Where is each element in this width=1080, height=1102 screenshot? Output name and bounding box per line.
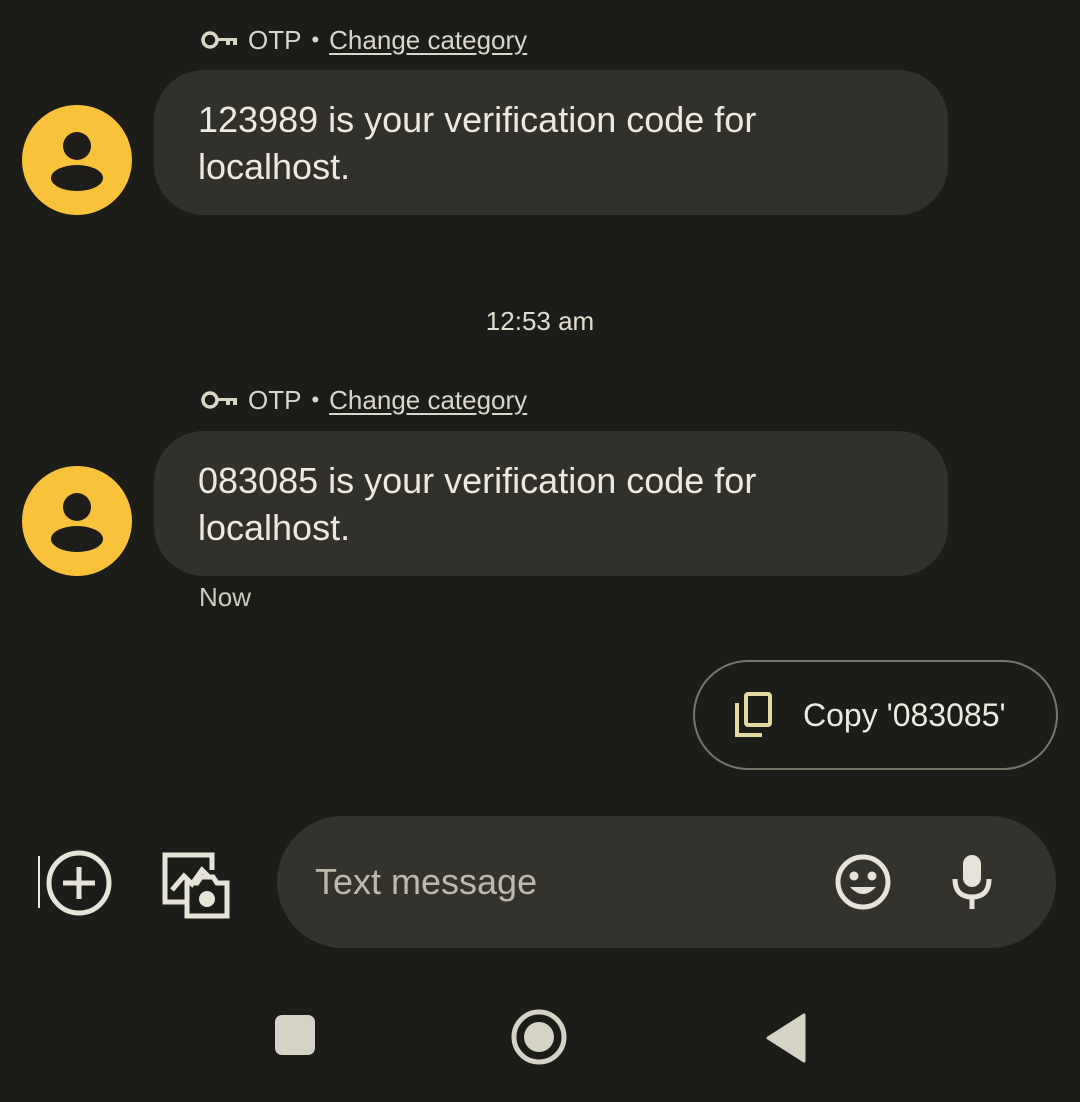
timestamp-divider: 12:53 am [485,306,595,336]
triangle-back-icon [766,1013,806,1063]
category-separator: • [311,27,320,52]
attach-button[interactable] [44,848,114,918]
recents-button[interactable] [270,1010,320,1060]
emoji-icon [835,854,891,910]
message-bubble[interactable]: 083085 is your verification code for loc… [154,431,948,576]
microphone-icon [952,855,992,909]
message-text: 083085 is your verification code for loc… [198,460,757,548]
category-separator: • [311,387,320,412]
sender-avatar[interactable] [22,105,132,215]
category-label: OTP [248,24,302,55]
back-button[interactable] [760,1010,810,1066]
system-navigation-bar [0,990,1080,1090]
text-cursor [38,856,40,908]
copy-code-button[interactable]: Copy '083085' [693,660,1058,770]
message-composer[interactable] [277,816,1056,948]
conversation-screen: OTP • Change category 123989 is your ver… [0,0,1080,1102]
message-time: Now [199,582,252,612]
message-bubble[interactable]: 123989 is your verification code for loc… [154,70,948,215]
sender-avatar[interactable] [22,466,132,576]
square-icon [275,1015,315,1055]
text-message-input[interactable] [315,846,815,918]
message-text: 123989 is your verification code for loc… [198,99,757,187]
key-icon [200,388,240,412]
key-icon [200,28,240,52]
copy-icon [735,692,772,737]
gallery-button[interactable] [160,850,230,920]
add-circle-icon [46,850,112,916]
emoji-button[interactable] [833,852,893,912]
voice-input-button[interactable] [947,852,997,912]
gallery-camera-icon [162,852,230,919]
home-button[interactable] [509,1007,569,1067]
copy-code-label: Copy '083085' [803,696,1006,733]
category-label: OTP [248,384,302,415]
change-category-link[interactable]: Change category [329,25,527,56]
person-icon [51,493,103,552]
change-category-link[interactable]: Change category [329,385,527,416]
person-icon [51,132,103,191]
message-category-row: OTP • Change category [200,380,527,420]
circle-icon [511,1009,567,1065]
message-category-row: OTP • Change category [200,20,527,60]
